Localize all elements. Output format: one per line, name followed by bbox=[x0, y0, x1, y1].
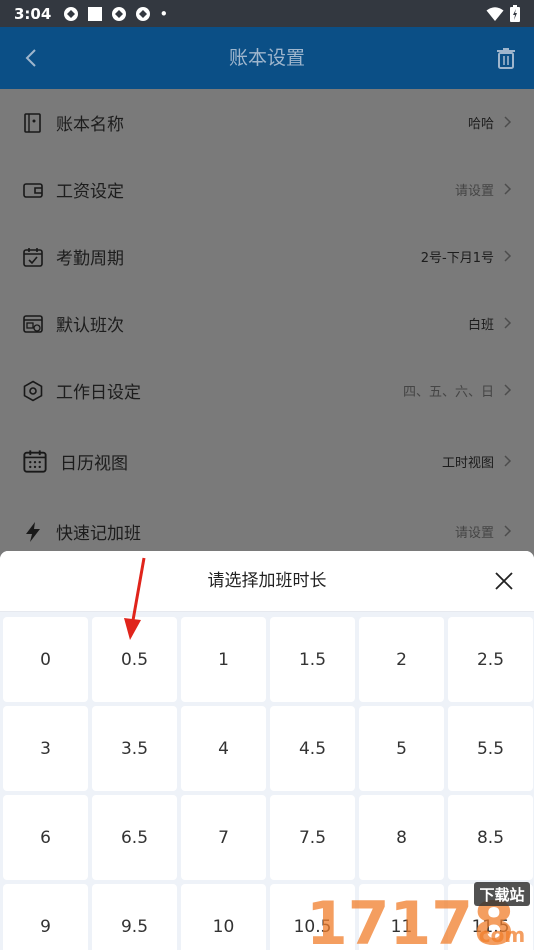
duration-option[interactable]: 0 bbox=[3, 617, 88, 702]
app-notification-icon bbox=[112, 6, 127, 21]
app-notification-icon bbox=[136, 6, 151, 21]
app-bar: 账本设置 bbox=[0, 27, 534, 89]
duration-option[interactable]: 5.5 bbox=[448, 706, 533, 791]
duration-option[interactable]: 2 bbox=[359, 617, 444, 702]
page-title: 账本设置 bbox=[228, 47, 305, 69]
duration-option[interactable]: 9.5 bbox=[92, 884, 177, 950]
status-time: 3:04 bbox=[14, 4, 52, 23]
duration-option[interactable]: 1.5 bbox=[270, 617, 355, 702]
duration-option[interactable]: 5 bbox=[359, 706, 444, 791]
notification-icons: • bbox=[63, 5, 168, 23]
app-notification-icon bbox=[64, 6, 79, 21]
duration-option[interactable]: 8 bbox=[359, 795, 444, 880]
duration-option[interactable]: 4 bbox=[181, 706, 266, 791]
duration-option[interactable]: 8.5 bbox=[448, 795, 533, 880]
duration-option[interactable]: 1 bbox=[181, 617, 266, 702]
status-bar: 3:04 • bbox=[0, 0, 534, 27]
sheet-title: 请选择加班时长 bbox=[207, 571, 327, 591]
duration-option[interactable]: 4.5 bbox=[270, 706, 355, 791]
battery-icon bbox=[510, 5, 520, 22]
annotation-arrow-icon bbox=[124, 557, 146, 640]
wifi-icon bbox=[486, 6, 504, 21]
duration-option[interactable]: 3.5 bbox=[92, 706, 177, 791]
duration-option[interactable]: 3 bbox=[3, 706, 88, 791]
more-notifications-dot: • bbox=[159, 4, 169, 23]
duration-option[interactable]: 10 bbox=[181, 884, 266, 950]
close-icon[interactable] bbox=[494, 571, 514, 591]
duration-option[interactable]: 6.5 bbox=[92, 795, 177, 880]
watermark-domain: com bbox=[479, 923, 525, 947]
duration-option[interactable]: 9 bbox=[3, 884, 88, 950]
watermark-logo: 17178 下载站 com bbox=[306, 882, 530, 950]
duration-option[interactable]: 7 bbox=[181, 795, 266, 880]
watermark-tag: 下载站 bbox=[479, 886, 524, 904]
trash-icon[interactable] bbox=[494, 46, 518, 70]
duration-option[interactable]: 6 bbox=[3, 795, 88, 880]
sheet-header: 请选择加班时长 bbox=[0, 551, 534, 612]
duration-option[interactable]: 2.5 bbox=[448, 617, 533, 702]
duration-option[interactable]: 7.5 bbox=[270, 795, 355, 880]
image-notification-icon bbox=[88, 6, 103, 21]
